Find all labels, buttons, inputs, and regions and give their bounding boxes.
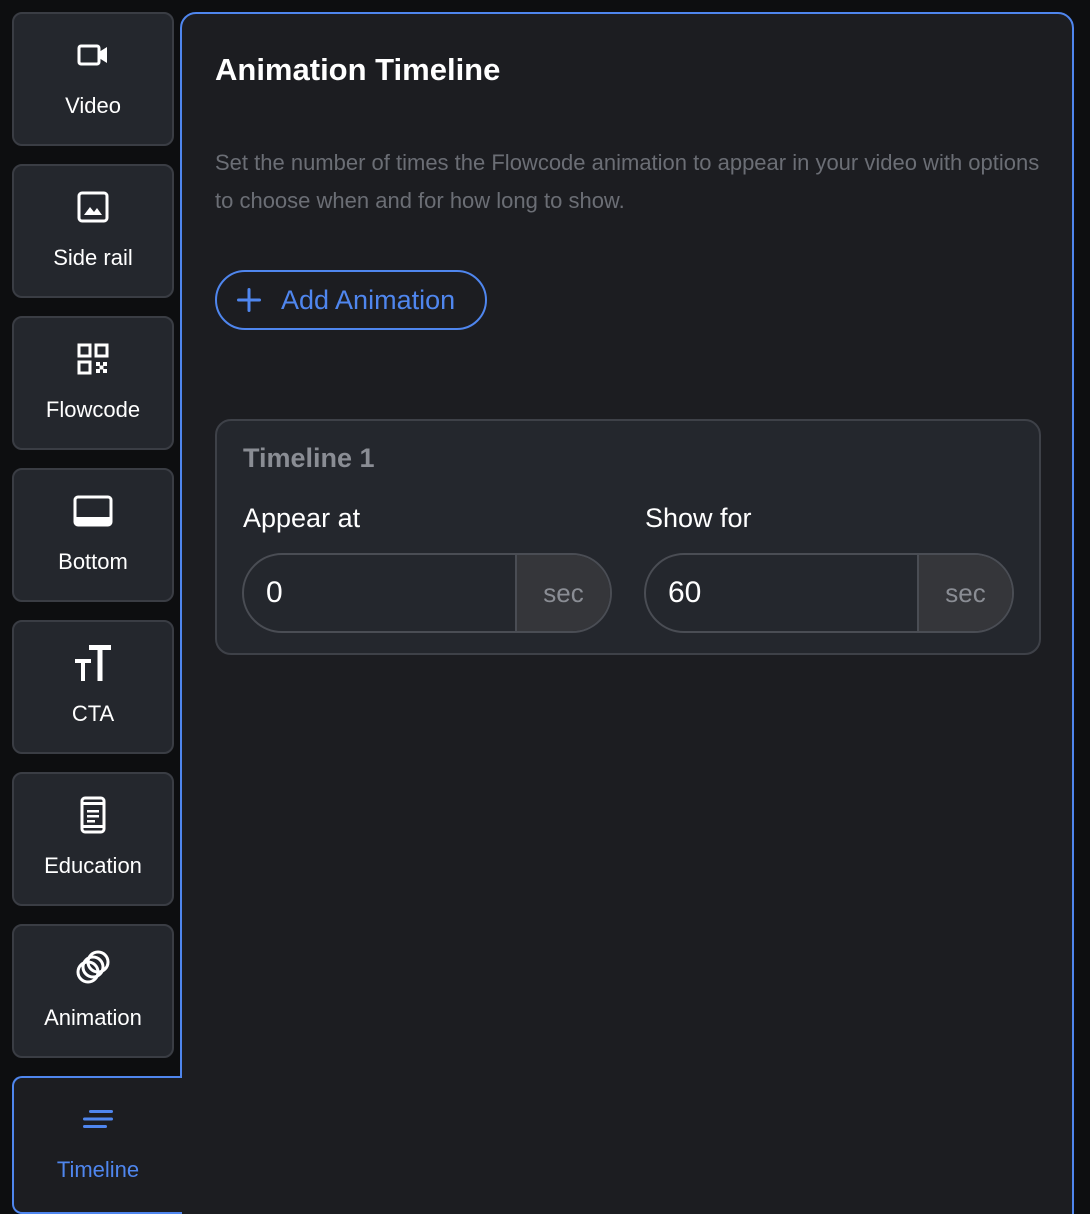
- sidebar-item-label: Video: [65, 93, 121, 118]
- sidebar-item-education[interactable]: Education: [12, 772, 174, 906]
- sidebar-item-flowcode[interactable]: Flowcode: [12, 316, 174, 450]
- sidebar-item-label: CTA: [71, 701, 115, 726]
- plus-icon: [235, 286, 263, 314]
- sidebar-item-timeline[interactable]: Timeline: [12, 1076, 182, 1214]
- appear-at-unit: sec: [515, 555, 610, 631]
- sidebar-item-label: Flowcode: [45, 397, 141, 422]
- appear-at-label: Appear at: [243, 503, 361, 533]
- panel-description: Set the number of times the Flowcode ani…: [215, 150, 1040, 213]
- app-root: Video Side rail Flowcode Bottom CTA Educ…: [0, 0, 1090, 1214]
- monitor-icon: [14, 494, 172, 528]
- image-icon: [14, 190, 172, 224]
- appear-at-field[interactable]: 0 sec: [242, 553, 612, 633]
- sidebar: Video Side rail Flowcode Bottom CTA Educ…: [0, 0, 182, 1214]
- show-for-unit: sec: [917, 555, 1012, 631]
- timeline-card-title: Timeline 1: [243, 443, 375, 473]
- sidebar-item-label: Bottom: [58, 549, 128, 574]
- mobile-document-icon: [14, 796, 172, 834]
- appear-at-input[interactable]: 0: [244, 555, 515, 631]
- video-camera-icon: [14, 38, 172, 72]
- sidebar-item-bottom[interactable]: Bottom: [12, 468, 174, 602]
- add-animation-label: Add Animation: [281, 285, 456, 315]
- sidebar-item-side-rail[interactable]: Side rail: [12, 164, 174, 298]
- qr-code-icon: [14, 342, 172, 376]
- timeline-lines-icon: [14, 1102, 182, 1136]
- show-for-input[interactable]: 60: [646, 555, 917, 631]
- animation-timeline-panel: Animation Timeline Set the number of tim…: [180, 12, 1074, 1214]
- sidebar-item-label: Timeline: [56, 1157, 140, 1182]
- page-title: Animation Timeline: [215, 52, 501, 87]
- add-animation-button[interactable]: Add Animation: [215, 270, 487, 330]
- rings-icon: [14, 950, 172, 984]
- text-size-icon: [14, 645, 172, 681]
- sidebar-item-label: Animation: [44, 1005, 142, 1030]
- show-for-field[interactable]: 60 sec: [644, 553, 1014, 633]
- timeline-card: Timeline 1 Appear at 0 sec Show for 60 s…: [215, 419, 1041, 655]
- sidebar-item-label: Education: [44, 853, 142, 878]
- sidebar-item-video[interactable]: Video: [12, 12, 174, 146]
- sidebar-item-cta[interactable]: CTA: [12, 620, 174, 754]
- sidebar-item-animation[interactable]: Animation: [12, 924, 174, 1058]
- show-for-label: Show for: [645, 503, 752, 533]
- sidebar-item-label: Side rail: [53, 245, 133, 270]
